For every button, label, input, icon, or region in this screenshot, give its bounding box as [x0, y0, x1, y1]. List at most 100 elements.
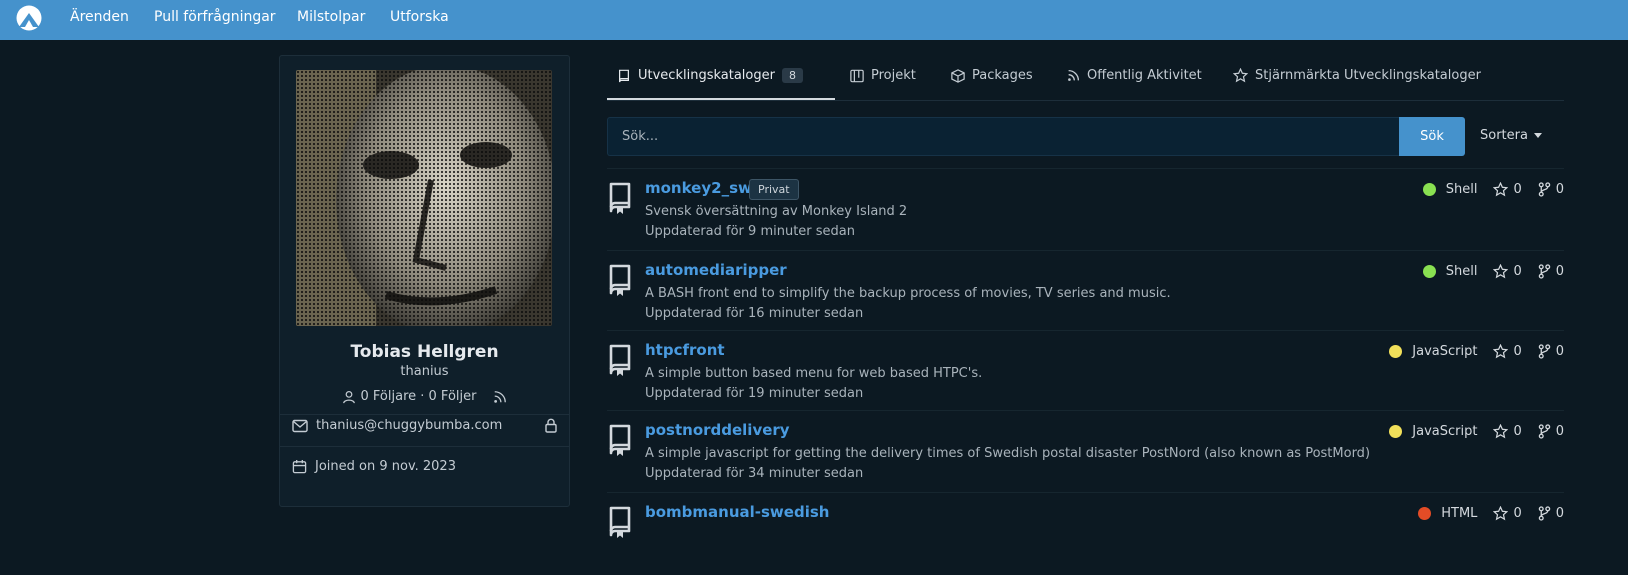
project-icon	[850, 69, 864, 82]
repo-star-count[interactable]: 0	[1513, 182, 1521, 197]
repo-icon	[619, 69, 629, 82]
tab-packages[interactable]: Packages	[951, 68, 1033, 83]
language-color-dot	[1389, 345, 1403, 358]
star-icon[interactable]	[1493, 344, 1509, 359]
repo-name-link[interactable]: postnorddelivery	[645, 421, 790, 439]
profile-joined-date: Joined on 9 nov. 2023	[315, 459, 456, 474]
top-navbar: Ärenden Pull förfrågningar Milstolpar Ut…	[0, 0, 1628, 40]
nav-explore[interactable]: Utforska	[390, 8, 449, 26]
joined-row: Joined on 9 nov. 2023	[292, 459, 557, 474]
site-logo-icon[interactable]	[16, 5, 42, 31]
private-badge: Privat	[749, 179, 799, 200]
tab-repositories-label: Utvecklingskataloger	[638, 68, 775, 83]
sort-label: Sortera	[1480, 128, 1528, 143]
repo-star-count[interactable]: 0	[1513, 344, 1521, 359]
avatar[interactable]	[296, 70, 552, 326]
fork-icon[interactable]	[1538, 182, 1551, 197]
repo-fork-count[interactable]: 0	[1556, 182, 1564, 197]
repo-icon	[609, 506, 631, 538]
nav-pull-requests[interactable]: Pull förfrågningar	[154, 8, 276, 26]
sort-dropdown[interactable]: Sortera	[1480, 128, 1542, 143]
caret-down-icon	[1533, 133, 1542, 138]
calendar-icon	[292, 459, 307, 474]
star-icon[interactable]	[1493, 182, 1509, 197]
repo-name-link[interactable]: htpcfront	[645, 341, 725, 359]
repo-row: bombmanual-swedish HTML 0 0	[607, 492, 1564, 575]
repo-description: A simple javascript for getting the deli…	[645, 446, 1371, 461]
repo-language: JavaScript	[1412, 344, 1478, 359]
repo-count-badge: 8	[781, 68, 803, 83]
repo-star-count[interactable]: 0	[1513, 506, 1521, 521]
tab-public-activity-label: Offentlig Aktivitet	[1087, 68, 1202, 83]
repo-fork-count[interactable]: 0	[1556, 424, 1564, 439]
avatar-image	[296, 70, 552, 326]
card-divider	[280, 414, 569, 415]
repo-search-input[interactable]	[607, 117, 1399, 156]
tab-starred-repositories[interactable]: Stjärnmärkta Utvecklingskataloger	[1233, 68, 1481, 83]
repo-row: postnorddelivery A simple javascript for…	[607, 410, 1564, 493]
email-row: thanius@chuggybumba.com	[292, 418, 557, 433]
nav-issues[interactable]: Ärenden	[70, 8, 129, 26]
star-icon[interactable]	[1493, 264, 1509, 279]
repo-name-link[interactable]: monkey2_swe	[645, 179, 762, 197]
repo-description: A BASH front end to simplify the backup …	[645, 286, 1171, 301]
repo-updated-time: Uppdaterad för 16 minuter sedan	[645, 306, 864, 321]
repo-name-link[interactable]: bombmanual-swedish	[645, 503, 829, 521]
followers-link[interactable]: 0 Följare · 0 Följer	[361, 389, 477, 404]
tab-packages-label: Packages	[972, 68, 1033, 83]
profile-email[interactable]: thanius@chuggybumba.com	[316, 418, 502, 433]
profile-full-name: Tobias Hellgren	[350, 342, 499, 362]
repo-description: A simple button based menu for web based…	[645, 366, 983, 381]
fork-icon[interactable]	[1538, 506, 1551, 521]
repo-description: Svensk översättning av Monkey Island 2	[645, 204, 908, 219]
repo-meta: Shell 0 0	[1422, 264, 1564, 279]
repo-meta: JavaScript 0 0	[1389, 344, 1564, 359]
repo-fork-count[interactable]: 0	[1556, 264, 1564, 279]
repo-meta: JavaScript 0 0	[1389, 424, 1564, 439]
profile-follow-stats: 0 Följare · 0 Följer	[280, 389, 569, 404]
active-tab-indicator	[607, 98, 835, 100]
repo-language: HTML	[1441, 506, 1478, 521]
language-color-dot	[1422, 265, 1436, 278]
rss-icon[interactable]	[493, 390, 507, 404]
repo-star-count[interactable]: 0	[1513, 424, 1521, 439]
star-icon[interactable]	[1493, 506, 1509, 521]
star-icon	[1233, 68, 1248, 83]
repo-icon	[609, 344, 631, 376]
tab-public-activity[interactable]: Offentlig Aktivitet	[1067, 68, 1202, 83]
package-icon	[951, 68, 965, 83]
repo-row: htpcfront A simple button based menu for…	[607, 330, 1564, 413]
repo-language: Shell	[1445, 264, 1478, 279]
search-button[interactable]: Sök	[1399, 117, 1465, 156]
repo-row: automediaripper A BASH front end to simp…	[607, 250, 1564, 333]
fork-icon[interactable]	[1538, 264, 1551, 279]
lock-icon	[545, 418, 557, 433]
fork-icon[interactable]	[1538, 424, 1551, 439]
repo-fork-count[interactable]: 0	[1556, 344, 1564, 359]
repo-updated-time: Uppdaterad för 19 minuter sedan	[645, 386, 864, 401]
language-color-dot	[1389, 425, 1403, 438]
repo-star-count[interactable]: 0	[1513, 264, 1521, 279]
repo-icon	[609, 182, 631, 214]
profile-card: Tobias Hellgren thanius 0 Följare · 0 Fö…	[279, 55, 570, 507]
repo-updated-time: Uppdaterad för 9 minuter sedan	[645, 224, 855, 239]
star-icon[interactable]	[1493, 424, 1509, 439]
language-color-dot	[1418, 507, 1432, 520]
card-divider	[280, 446, 569, 447]
tab-projects[interactable]: Projekt	[850, 68, 916, 83]
nav-milestones[interactable]: Milstolpar	[297, 8, 365, 26]
profile-username: thanius	[400, 364, 449, 379]
language-color-dot	[1422, 183, 1436, 196]
fork-icon[interactable]	[1538, 344, 1551, 359]
repo-meta: Shell 0 0	[1422, 182, 1564, 197]
tab-starred-label: Stjärnmärkta Utvecklingskataloger	[1255, 68, 1481, 83]
repo-row: monkey2_swe Privat Svensk översättning a…	[607, 168, 1564, 251]
repo-fork-count[interactable]: 0	[1556, 506, 1564, 521]
tab-projects-label: Projekt	[871, 68, 916, 83]
repo-language: Shell	[1445, 182, 1478, 197]
repo-meta: HTML 0 0	[1418, 506, 1564, 521]
repo-updated-time: Uppdaterad för 34 minuter sedan	[645, 466, 864, 481]
person-icon	[342, 390, 355, 403]
tab-repositories[interactable]: Utvecklingskataloger 8	[617, 68, 803, 83]
repo-name-link[interactable]: automediaripper	[645, 261, 787, 279]
